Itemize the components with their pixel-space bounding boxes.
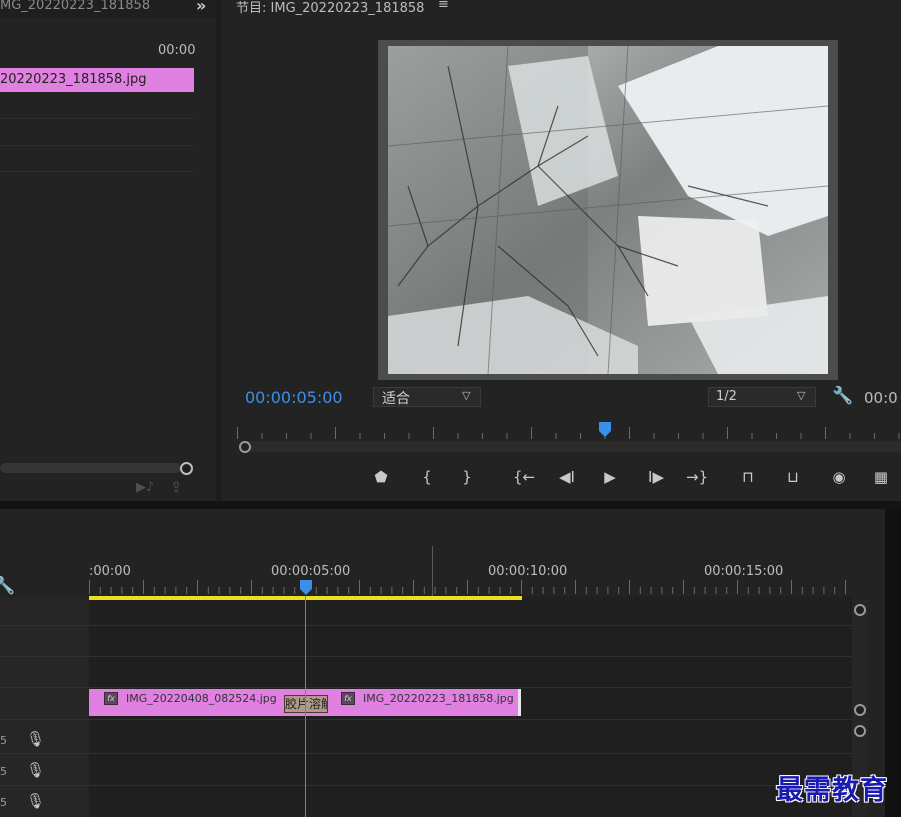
- duration-timecode: 00:0: [864, 389, 898, 407]
- extract-button[interactable]: ⊔: [782, 468, 804, 486]
- track-divider: [0, 687, 852, 688]
- playback-resolution-label: 1/2: [716, 389, 737, 404]
- program-timecode[interactable]: 00:00:05:00: [245, 388, 343, 407]
- chevron-down-icon: ▽: [797, 389, 806, 402]
- timeline-timecode-label: 00:00:15:00: [704, 564, 784, 579]
- wrench-icon[interactable]: 🔧: [0, 576, 15, 596]
- source-panel-title[interactable]: MG_20220223_181858: [0, 0, 150, 13]
- microphone-icon[interactable]: 🎙: [26, 761, 45, 779]
- timeline-ruler-ticks[interactable]: [89, 580, 852, 594]
- scroll-handle-bottom[interactable]: [854, 704, 866, 716]
- timeline-clip-label: IMG_20220408_082524.jpg: [126, 692, 277, 705]
- panel-divider[interactable]: [0, 501, 901, 509]
- scrub-bar-start-handle[interactable]: [239, 441, 251, 453]
- program-monitor-title[interactable]: 节目: IMG_20220223_181858: [236, 0, 424, 16]
- video-preview-image[interactable]: [388, 46, 828, 374]
- go-to-in-button[interactable]: {←: [513, 468, 535, 486]
- panel-menu-icon[interactable]: ≡: [438, 0, 449, 12]
- audio-track-label: 5: [0, 796, 7, 809]
- fx-badge-icon[interactable]: fx: [104, 692, 118, 705]
- audio-track-label: 5: [0, 765, 7, 778]
- divider: [0, 118, 194, 119]
- microphone-icon[interactable]: 🎙: [26, 730, 45, 748]
- microphone-icon[interactable]: 🎙: [26, 792, 45, 810]
- zoom-fit-label: 适合: [382, 391, 410, 407]
- source-timecode: 00:00: [158, 43, 196, 58]
- timeline-timecode-label: 00:00:05:00: [271, 564, 351, 579]
- timeline-playhead-line[interactable]: [305, 596, 306, 817]
- timeline-timecode-label: :00:00: [89, 564, 131, 579]
- lift-button[interactable]: ⊓: [737, 468, 759, 486]
- scrollbar-handle[interactable]: [180, 462, 193, 475]
- track-divider: [0, 625, 852, 626]
- fx-badge-icon[interactable]: fx: [341, 692, 355, 705]
- track-headers: [0, 597, 88, 817]
- timeline-timecode-label: 00:00:10:00: [488, 564, 568, 579]
- watermark-logo: 最需教育: [776, 775, 888, 806]
- play-button[interactable]: ▶: [599, 468, 621, 486]
- scroll-handle-top[interactable]: [854, 604, 866, 616]
- double-chevron-right-icon[interactable]: »: [196, 0, 206, 15]
- track-divider: [0, 753, 852, 754]
- audio-track-label: 5: [0, 734, 7, 747]
- program-ruler-ticks[interactable]: [237, 427, 901, 439]
- export-frame-button[interactable]: ◉: [828, 468, 850, 486]
- go-to-out-button[interactable]: →}: [686, 468, 708, 486]
- track-divider: [0, 719, 852, 720]
- program-playhead[interactable]: [598, 422, 612, 438]
- audio-drag-icon[interactable]: ▶♪: [136, 480, 154, 495]
- wrench-icon[interactable]: 🔧: [832, 386, 853, 406]
- timeline-playhead[interactable]: [299, 580, 313, 596]
- divider: [0, 171, 194, 172]
- program-scrub-bar[interactable]: [240, 441, 901, 452]
- chevron-down-icon: ▽: [462, 389, 471, 402]
- source-scrollbar[interactable]: [0, 463, 181, 473]
- track-divider: [0, 785, 852, 786]
- export-icon[interactable]: ⇪: [170, 478, 183, 496]
- divider: [0, 145, 194, 146]
- step-forward-button[interactable]: I▶: [645, 468, 667, 486]
- timeline-clip-label: IMG_20220223_181858.jpg: [363, 692, 514, 705]
- compare-view-button[interactable]: ▦: [870, 468, 892, 486]
- transition-label: 胶片溶解: [285, 697, 327, 711]
- add-marker-button[interactable]: ⬟: [370, 468, 392, 486]
- source-clip-label: 20220223_181858.jpg: [0, 72, 147, 87]
- track-divider: [0, 656, 852, 657]
- step-back-button[interactable]: ◀I: [556, 468, 578, 486]
- mark-in-button[interactable]: {: [416, 468, 438, 486]
- scroll-handle-top[interactable]: [854, 725, 866, 737]
- mark-out-button[interactable]: }: [456, 468, 478, 486]
